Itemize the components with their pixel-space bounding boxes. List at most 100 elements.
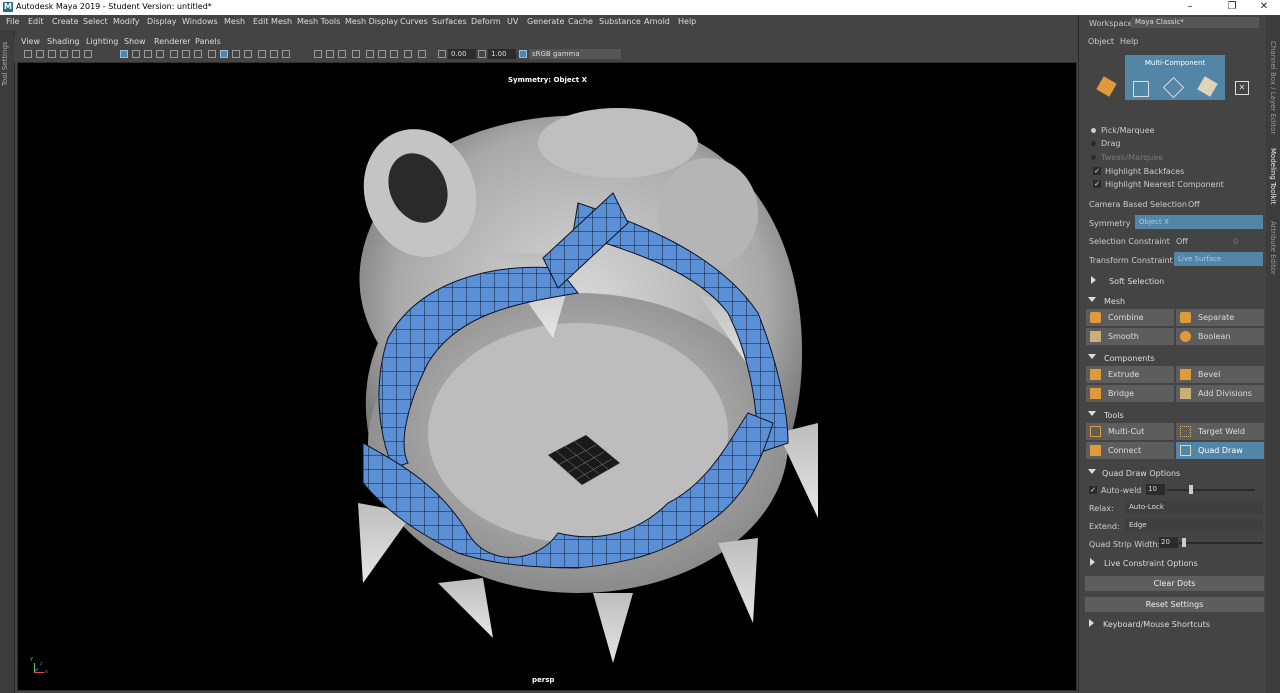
wireframe-icon[interactable] [208,50,216,58]
use-all-lights-icon[interactable] [270,50,278,58]
ambient-occlusion-icon[interactable] [314,50,322,58]
components-section-header[interactable]: Components [1086,352,1264,366]
extend-dropdown[interactable]: Edge [1125,519,1263,532]
quad-draw-button[interactable]: Quad Draw [1176,442,1264,459]
camera-based-selection-value[interactable]: Off [1188,200,1200,209]
selection-constraint-label[interactable]: Selection Constraint [1089,237,1170,246]
tweak-marquee-radio[interactable] [1091,155,1096,160]
menu-surfaces[interactable]: Surfaces [432,17,467,26]
highlight-backfaces-checkbox[interactable]: ✓ [1093,167,1101,175]
transform-constraint-label[interactable]: Transform Constraint [1089,256,1173,265]
quad-strip-width-slider-track[interactable] [1179,542,1263,544]
gamma-icon[interactable] [478,50,486,58]
quad-strip-width-slider-handle[interactable] [1182,538,1186,547]
image-plane-icon[interactable] [60,50,68,58]
menu-generate[interactable]: Generate [527,17,564,26]
panel-menu-panels[interactable]: Panels [195,37,221,46]
toolkit-menu-object[interactable]: Object [1088,37,1114,46]
resolution-gate-icon[interactable] [144,50,152,58]
menu-windows[interactable]: Windows [182,17,218,26]
grease-pencil-icon[interactable] [84,50,92,58]
menu-deform[interactable]: Deform [471,17,501,26]
channel-box-tab[interactable]: Channel Box / Layer Editor [1269,41,1277,134]
select-camera-icon[interactable] [24,50,32,58]
auto-weld-slider-track[interactable] [1167,489,1255,491]
minimize-button[interactable]: – [1176,1,1204,12]
mesh-section-header[interactable]: Mesh [1086,295,1264,309]
target-weld-button[interactable]: Target Weld [1176,423,1264,440]
menu-curves[interactable]: Curves [400,17,428,26]
menu-mesh-tools[interactable]: Mesh Tools [297,17,340,26]
field-chart-icon[interactable] [170,50,178,58]
menu-edit[interactable]: Edit [28,17,44,26]
add-divisions-button[interactable]: Add Divisions [1176,385,1264,402]
panel-menu-show[interactable]: Show [124,37,146,46]
menu-create[interactable]: Create [52,17,79,26]
tool-settings-strip[interactable]: Tool Settings [0,30,15,693]
boolean-button[interactable]: Boolean [1176,328,1264,345]
attribute-editor-tab[interactable]: Attribute Editor [1269,221,1277,275]
drag-radio[interactable] [1091,141,1096,146]
smooth-button[interactable]: Smooth [1086,328,1174,345]
grid-icon[interactable] [120,50,128,58]
smooth-shade-icon[interactable] [220,50,228,58]
hud-icon[interactable] [418,50,426,58]
tools-section-header[interactable]: Tools [1086,409,1264,423]
safe-action-icon[interactable] [182,50,190,58]
textured-icon[interactable] [258,50,266,58]
panel-menu-view[interactable]: View [21,37,40,46]
uv-mode-icon[interactable]: ✕ [1235,81,1249,95]
menu-arnold[interactable]: Arnold [644,17,670,26]
menu-file[interactable]: File [6,17,19,26]
motion-blur-icon[interactable] [326,50,334,58]
menu-modify[interactable]: Modify [113,17,140,26]
default-material-icon[interactable] [232,50,240,58]
tool-settings-tab[interactable]: Tool Settings [1,41,9,86]
live-constraint-options-header[interactable]: Live Constraint Options [1086,557,1264,571]
color-management-icon[interactable] [519,50,527,58]
pick-marquee-radio[interactable] [1091,128,1096,133]
auto-weld-checkbox[interactable]: ✓ [1089,486,1097,494]
reset-settings-button[interactable]: Reset Settings [1085,597,1264,612]
toolkit-menu-help[interactable]: Help [1120,37,1138,46]
clear-dots-button[interactable]: Clear Dots [1085,576,1264,591]
gate-mask-icon[interactable] [156,50,164,58]
multi-cut-button[interactable]: Multi-Cut [1086,423,1174,440]
bridge-button[interactable]: Bridge [1086,385,1174,402]
transform-constraint-field[interactable]: Live Surface [1174,252,1263,266]
xray-active-icon[interactable] [378,50,386,58]
2d-pan-zoom-icon[interactable] [72,50,80,58]
camera-attributes-icon[interactable] [36,50,44,58]
perspective-viewport[interactable]: Symmetry: Object X y x z persp [17,62,1077,691]
workspace-dropdown[interactable]: Maya Classic* [1131,17,1259,28]
menu-uv[interactable]: UV [507,17,518,26]
connect-button[interactable]: Connect [1086,442,1174,459]
menu-display[interactable]: Display [147,17,177,26]
auto-weld-value-field[interactable]: 10 [1146,484,1165,495]
exposure-field[interactable]: 0.00 [448,49,476,59]
menu-cache[interactable]: Cache [568,17,593,26]
extrude-button[interactable]: Extrude [1086,366,1174,383]
symmetry-label-panel[interactable]: Symmetry [1089,219,1130,228]
menu-mesh-display[interactable]: Mesh Display [345,17,398,26]
safe-title-icon[interactable] [194,50,202,58]
view-transform-dropdown[interactable]: sRGB gamma [529,49,621,59]
isolate-select-icon[interactable] [352,50,360,58]
menu-mesh[interactable]: Mesh [224,17,245,26]
separate-button[interactable]: Separate [1176,309,1264,326]
bookmark-icon[interactable] [48,50,56,58]
selection-constraint-value[interactable]: Off [1176,237,1188,246]
shadows-icon[interactable] [282,50,290,58]
panel-menu-lighting[interactable]: Lighting [86,37,118,46]
vertex-mode-icon[interactable] [1133,81,1149,97]
close-button[interactable]: ✕ [1250,1,1278,12]
quad-strip-width-field[interactable]: 20 [1159,537,1178,548]
gamma-field[interactable]: 1.00 [488,49,516,59]
relax-dropdown[interactable]: Auto-Lock [1125,501,1263,514]
panel-menu-shading[interactable]: Shading [47,37,80,46]
film-gate-icon[interactable] [132,50,140,58]
maximize-button[interactable]: ❐ [1218,1,1246,12]
symmetry-field[interactable]: Object X [1135,215,1263,229]
combine-button[interactable]: Combine [1086,309,1174,326]
auto-weld-slider-handle[interactable] [1189,485,1193,494]
